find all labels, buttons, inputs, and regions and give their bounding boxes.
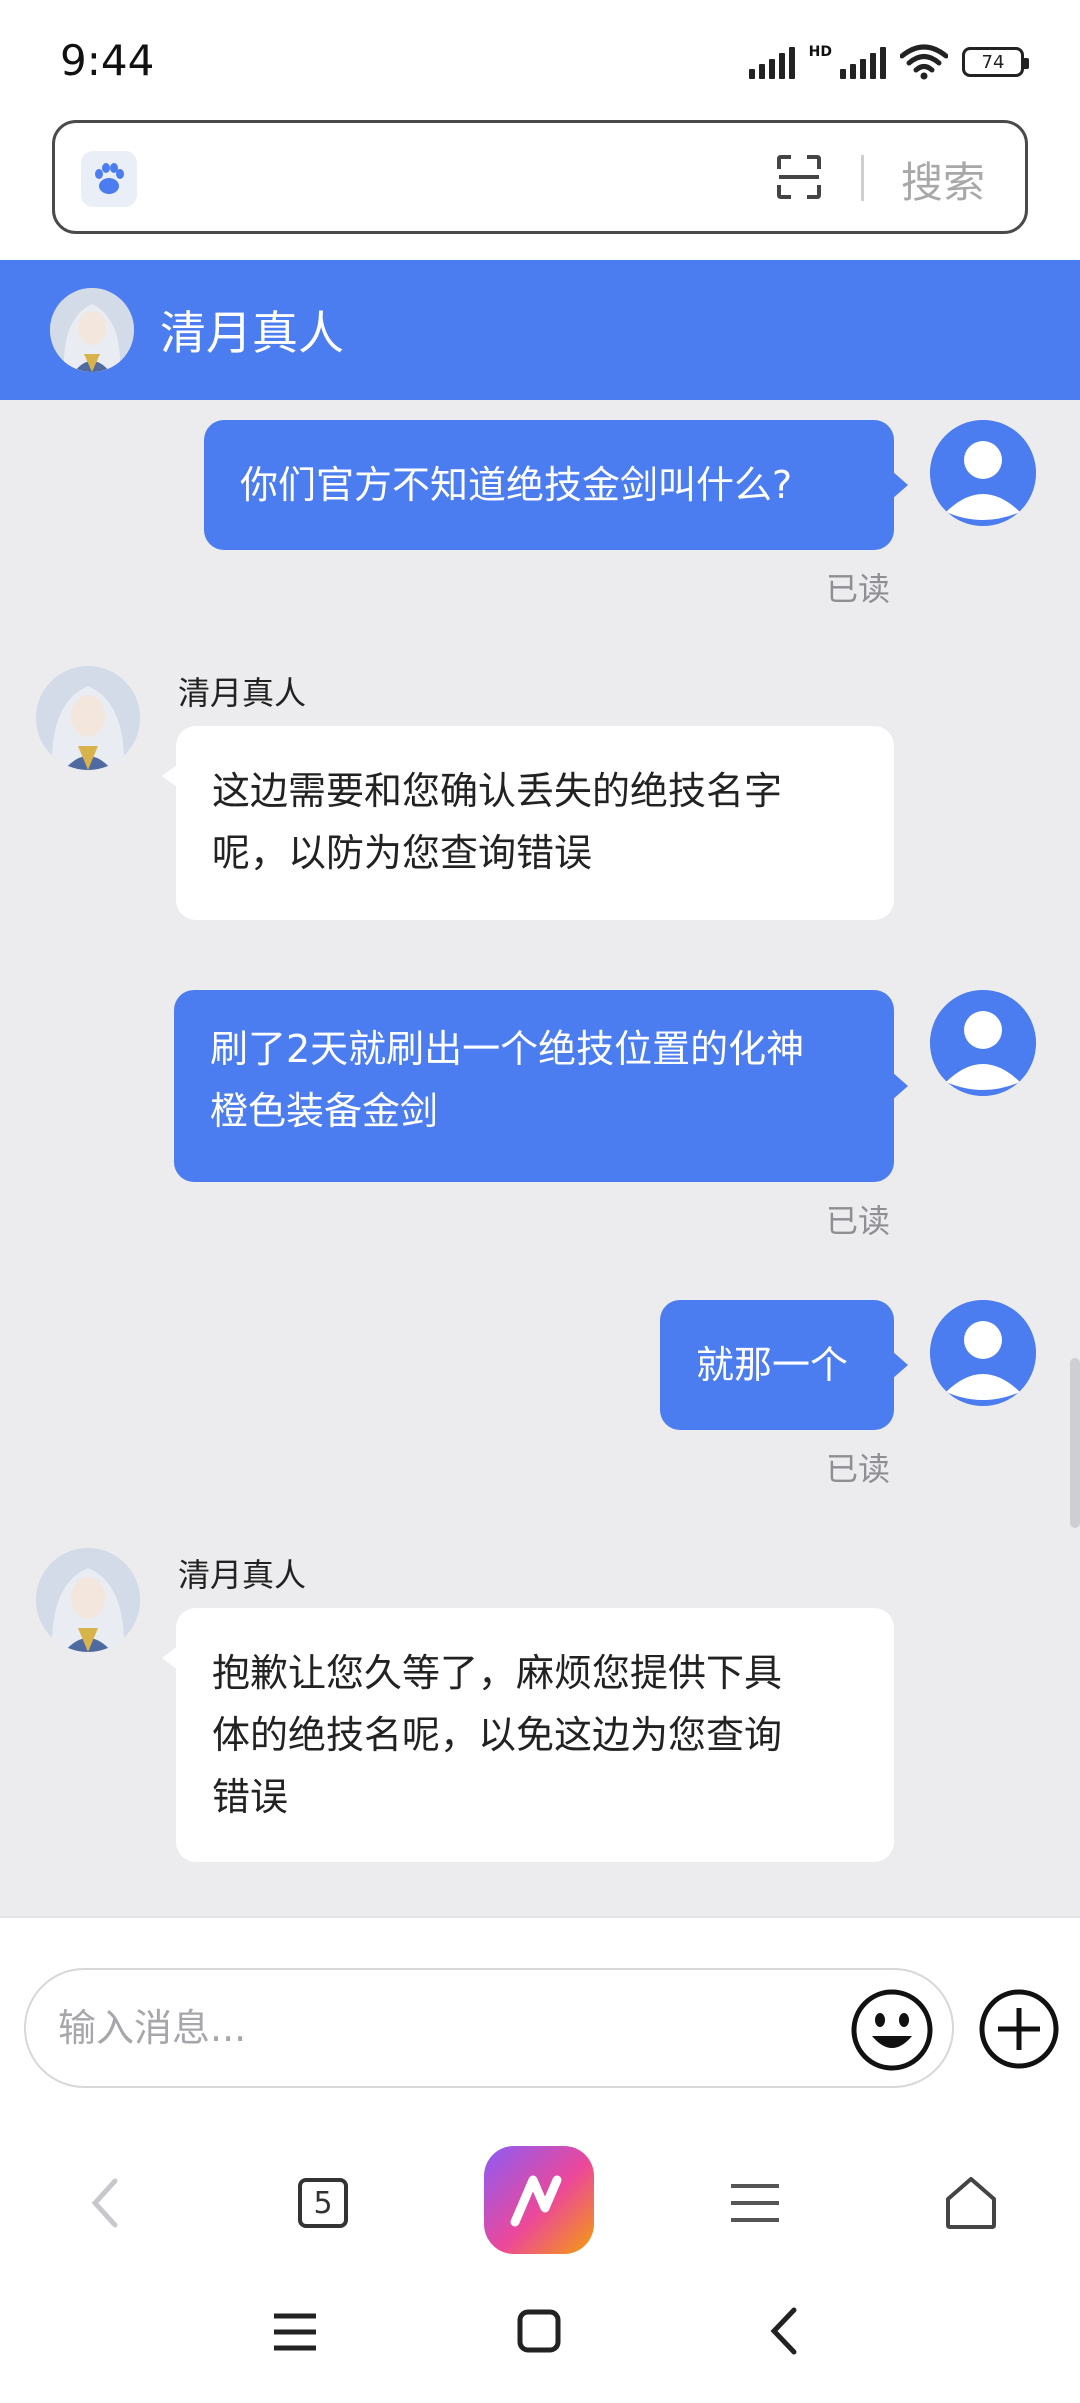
scan-icon[interactable] [775,153,823,201]
sender-name: 清月真人 [178,674,307,712]
back-chevron-icon[interactable] [764,2306,804,2356]
message-line: 刷了2天就刷出一个绝技位置的化神 [210,1027,805,1071]
tabs-icon[interactable]: 5 [278,2158,368,2248]
search-bar[interactable]: 搜索 [52,120,1028,234]
message-bubble-outgoing[interactable]: 你们官方不知道绝技金剑叫什么? [204,420,908,550]
message-bubble-outgoing[interactable]: 就那一个 [660,1300,908,1430]
battery-level: 74 [981,51,1005,73]
system-nav [0,2272,1080,2403]
input-area [0,1916,1080,2132]
signal-icon [748,45,795,79]
message-bubble-incoming[interactable]: 这边需要和您确认丢失的绝技名字 呢，以防为您查询错误 [162,726,894,920]
search-divider [861,155,864,201]
tab-count: 5 [298,2178,348,2228]
chat-area[interactable]: 你们官方不知道绝技金剑叫什么? 已读 清月真人 这边需要和您确认丢失的绝技名字 … [0,400,1080,1916]
chat-header: 清月真人 [0,260,1080,400]
read-status: 已读 [826,570,891,608]
emoji-icon[interactable] [850,1988,934,2072]
browser-nav: 5 [0,2132,1080,2272]
message-line: 体的绝技名呢，以免这边为您查询 [212,1713,783,1757]
status-bar: 9:44 HD 74 [0,0,1080,118]
signal-hd-icon [840,45,886,79]
message-line: 呢，以防为您查询错误 [212,831,593,875]
battery-icon: 74 [962,47,1029,77]
agent-avatar[interactable] [36,666,140,770]
wifi-icon [900,44,948,80]
sender-name: 清月真人 [178,1556,307,1594]
back-icon[interactable] [60,2158,150,2248]
status-time: 9:44 [60,36,155,85]
ai-assistant-icon[interactable] [484,2146,594,2254]
scrollbar[interactable] [1070,1358,1080,1528]
read-status: 已读 [826,1202,891,1240]
message-bubble-outgoing[interactable]: 刷了2天就刷出一个绝技位置的化神 橙色装备金剑 [174,990,908,1182]
user-avatar[interactable] [930,420,1036,526]
agent-avatar[interactable] [36,1548,140,1652]
chat-title: 清月真人 [160,306,344,360]
search-button[interactable]: 搜索 [901,149,985,210]
recents-icon[interactable] [272,2310,318,2354]
message-input[interactable] [24,1968,954,2088]
paw-icon[interactable] [81,151,137,207]
user-avatar[interactable] [930,990,1036,1096]
hd-label: HD [808,44,832,60]
status-icons: HD 74 [748,44,1029,80]
home-icon[interactable] [926,2158,1016,2248]
menu-icon[interactable] [710,2158,800,2248]
message-line: 橙色装备金剑 [210,1089,439,1133]
user-avatar[interactable] [930,1300,1036,1406]
plus-icon[interactable] [978,1988,1060,2070]
message-text: 就那一个 [696,1343,849,1387]
message-bubble-incoming[interactable]: 抱歉让您久等了，麻烦您提供下具 体的绝技名呢，以免这边为您查询 错误 [162,1608,894,1862]
message-line: 抱歉让您久等了，麻烦您提供下具 [212,1651,783,1695]
agent-avatar[interactable] [50,288,134,372]
message-line: 这边需要和您确认丢失的绝技名字 [212,769,783,813]
home-square-icon[interactable] [516,2308,562,2354]
message-line: 错误 [212,1775,289,1819]
message-text: 你们官方不知道绝技金剑叫什么? [240,463,793,507]
read-status: 已读 [826,1450,891,1488]
